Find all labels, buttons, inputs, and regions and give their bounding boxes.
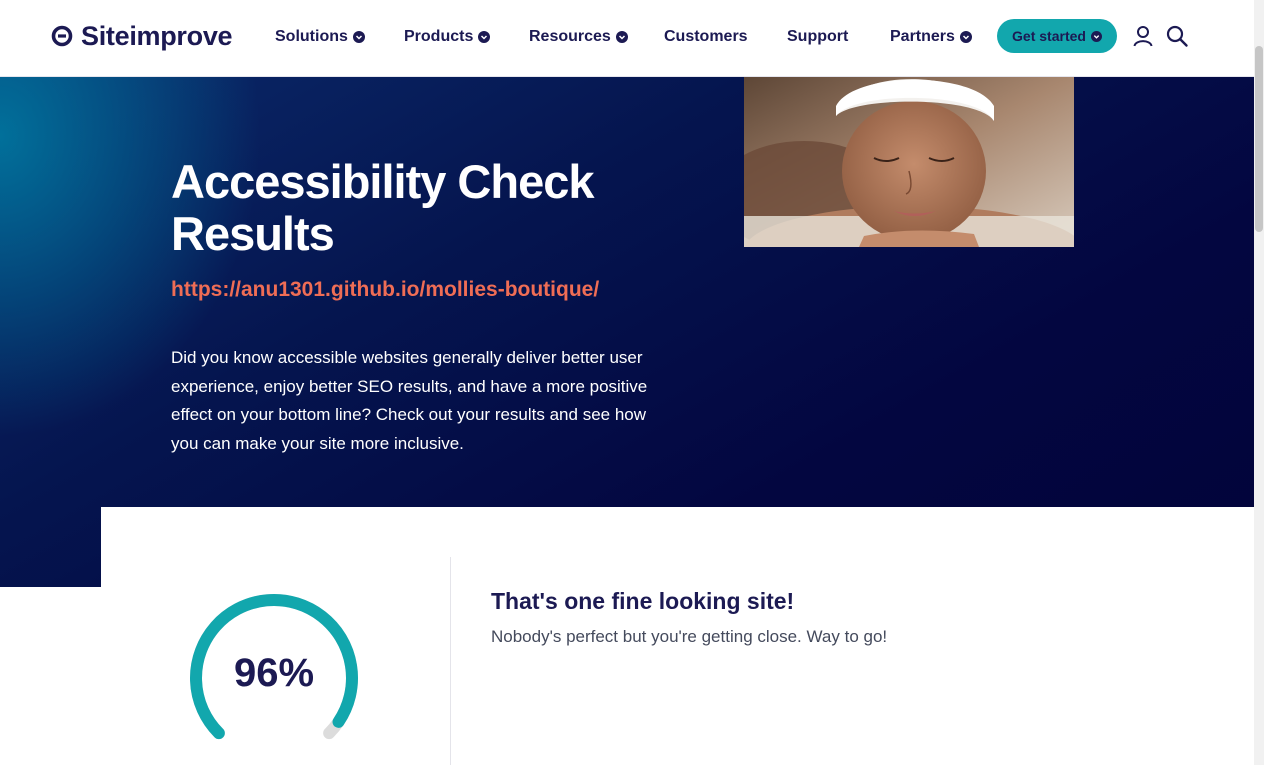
site-header: Siteimprove Solutions Products Resources… — [0, 0, 1254, 77]
nav-item-products[interactable]: Products — [404, 26, 491, 48]
chevron-down-icon — [352, 31, 365, 43]
page-scrollbar[interactable] — [1254, 0, 1264, 765]
nav-item-partners[interactable]: Partners — [890, 26, 972, 48]
user-icon[interactable] — [1131, 24, 1155, 48]
nav-item-label: Partners — [890, 28, 955, 45]
get-started-label: Get started — [1012, 28, 1086, 44]
nav-item-label: Support — [787, 28, 849, 45]
logo-text: Siteimprove — [81, 20, 233, 51]
nav-item-label: Solutions — [275, 28, 348, 45]
score-value: 96% — [233, 651, 315, 695]
nav-item-support[interactable]: Support — [787, 26, 848, 48]
result-message: Nobody's perfect but you're getting clos… — [491, 627, 888, 646]
nav-item-label: Customers — [664, 28, 748, 45]
result-title: That's one fine looking site! — [491, 588, 795, 614]
page-title: Accessibility Check Results — [171, 155, 595, 260]
scrollbar-thumb[interactable] — [1255, 46, 1263, 232]
nav-item-solutions[interactable]: Solutions — [275, 26, 365, 48]
logo-mark-icon — [51, 25, 73, 47]
chevron-down-icon — [478, 31, 491, 43]
search-icon[interactable] — [1165, 24, 1189, 48]
chevron-down-icon — [1090, 30, 1102, 42]
chevron-down-icon — [959, 31, 972, 43]
results-card: 96% That's one fine looking site! Nobody… — [101, 507, 1254, 765]
checked-site-url[interactable]: https://anu1301.github.io/mollies-boutiq… — [171, 278, 599, 302]
hero-description: Did you know accessible websites general… — [171, 348, 648, 453]
chevron-down-icon — [615, 31, 628, 43]
nav-item-resources[interactable]: Resources — [529, 26, 628, 48]
nav-item-customers[interactable]: Customers — [664, 26, 748, 48]
card-divider — [450, 557, 451, 765]
nav-item-label: Resources — [529, 28, 611, 45]
hero-image — [744, 76, 1074, 247]
siteimprove-logo[interactable]: Siteimprove — [51, 20, 233, 52]
get-started-button[interactable]: Get started — [997, 19, 1117, 53]
nav-item-label: Products — [404, 28, 474, 45]
